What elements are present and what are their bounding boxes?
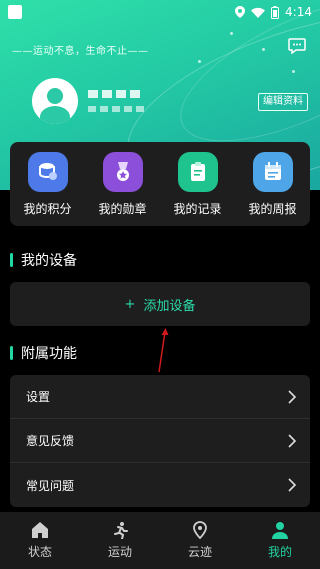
status-bar: 4:14 <box>0 0 320 24</box>
section-title-text: 附属功能 <box>21 346 77 362</box>
tab-status[interactable]: 状态 <box>10 521 70 560</box>
annotation-arrow-icon <box>158 328 169 373</box>
chevron-right-icon <box>288 433 296 448</box>
quick-action-points[interactable]: 我的积分 <box>14 151 82 217</box>
section-accent-bar <box>10 346 13 360</box>
location-icon <box>193 521 207 539</box>
username-redacted <box>88 90 140 98</box>
list-item-feedback[interactable]: 意见反馈 <box>10 419 310 463</box>
section-title-extras: 附属功能 <box>10 343 77 363</box>
tab-mine[interactable]: 我的 <box>250 521 310 560</box>
add-device-label: 添加设备 <box>143 298 196 314</box>
decorative-star <box>198 60 201 63</box>
list-item-label: 设置 <box>26 390 51 404</box>
list-item-faq[interactable]: 常见问题 <box>10 463 310 507</box>
edit-profile-button[interactable]: 编辑资料 <box>258 93 308 111</box>
tab-label: 云迹 <box>187 545 212 559</box>
user-id-redacted <box>88 106 144 112</box>
user-icon <box>272 522 288 539</box>
tab-sport[interactable]: 运动 <box>90 521 150 560</box>
notification-icon <box>8 5 22 19</box>
decorative-star <box>262 48 265 51</box>
running-icon <box>114 522 128 539</box>
message-icon[interactable] <box>288 38 306 58</box>
quick-action-label: 我的积分 <box>23 201 72 216</box>
tab-label: 运动 <box>107 545 132 559</box>
list-item-settings[interactable]: 设置 <box>10 375 310 419</box>
battery-icon <box>271 5 280 19</box>
tab-label: 我的 <box>267 545 292 559</box>
quick-action-records[interactable]: 我的记录 <box>164 151 232 217</box>
quick-action-label: 我的勋章 <box>98 201 147 216</box>
extras-list: 设置 意见反馈 常见问题 <box>10 375 310 507</box>
plus-icon: + <box>124 296 136 312</box>
quick-action-medals[interactable]: 我的勋章 <box>89 151 157 217</box>
tab-cloud-track[interactable]: 云迹 <box>170 521 230 560</box>
section-accent-bar <box>10 253 13 267</box>
chevron-right-icon <box>288 389 296 404</box>
medal-icon <box>102 151 143 192</box>
bottom-tab-bar: 状态 运动 云迹 我的 <box>0 512 320 569</box>
status-time: 4:14 <box>285 5 312 19</box>
weekly-report-icon <box>252 151 293 192</box>
add-device-button[interactable]: + 添加设备 <box>10 282 310 326</box>
quick-action-label: 我的周报 <box>248 201 297 216</box>
tab-label: 状态 <box>27 545 52 559</box>
avatar[interactable] <box>32 78 78 124</box>
section-title-devices: 我的设备 <box>10 250 77 270</box>
list-item-label: 意见反馈 <box>26 434 75 448</box>
quick-action-label: 我的记录 <box>173 201 222 216</box>
list-item-label: 常见问题 <box>26 478 75 493</box>
points-icon <box>27 151 68 192</box>
quick-action-weekly-report[interactable]: 我的周报 <box>239 151 307 217</box>
quick-actions-card: 我的积分 我的勋章 我的记录 我的周报 <box>10 142 310 226</box>
slogan-text: ——运动不息，生命不止—— <box>12 46 149 57</box>
chevron-right-icon <box>288 478 296 492</box>
wifi-icon <box>251 7 266 18</box>
home-icon <box>32 522 48 538</box>
section-title-text: 我的设备 <box>21 253 77 269</box>
decorative-star <box>292 70 295 73</box>
record-icon <box>177 151 218 192</box>
location-status-icon <box>235 6 246 18</box>
decorative-star <box>230 32 233 35</box>
